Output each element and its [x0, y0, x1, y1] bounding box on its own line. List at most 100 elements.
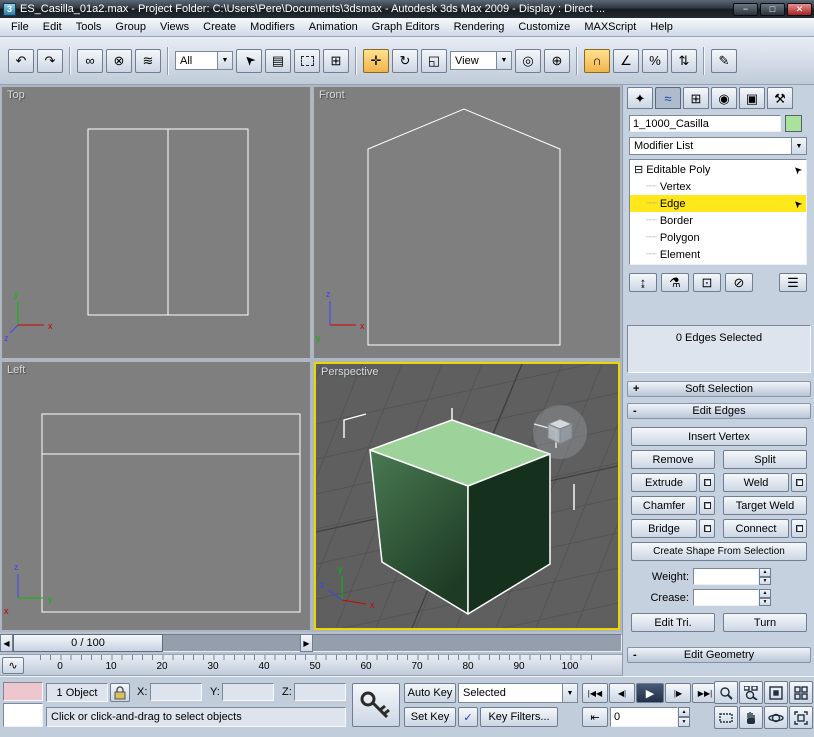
- spinner-down-icon[interactable]: ▼: [759, 598, 771, 607]
- y-coordinate-field[interactable]: [222, 683, 274, 701]
- maximize-button[interactable]: □: [760, 3, 785, 16]
- viewport-front-label[interactable]: Front: [319, 89, 345, 101]
- menu-maxscript[interactable]: MAXScript: [577, 18, 643, 37]
- split-button[interactable]: Split: [723, 450, 807, 469]
- redo-button[interactable]: ↷: [37, 49, 63, 73]
- bind-to-spacewarp-button[interactable]: ≋: [135, 49, 161, 73]
- bridge-settings-button[interactable]: [699, 519, 715, 538]
- dropdown-arrow-icon[interactable]: ▼: [562, 684, 577, 702]
- select-and-link-button[interactable]: ∞: [77, 49, 103, 73]
- key-filters-button[interactable]: Key Filters...: [480, 707, 558, 727]
- zoom-button[interactable]: [714, 681, 738, 704]
- object-color-swatch[interactable]: [785, 115, 802, 132]
- stack-row-edge[interactable]: ┈┈ Edge ➤: [630, 195, 806, 212]
- angle-snap-toggle-button[interactable]: ∠: [613, 49, 639, 73]
- menu-file[interactable]: File: [4, 18, 36, 37]
- chamfer-button[interactable]: Chamfer: [631, 496, 697, 515]
- rollout-edit-edges[interactable]: - Edit Edges: [627, 403, 811, 419]
- create-shape-from-selection-button[interactable]: Create Shape From Selection: [631, 542, 807, 561]
- edit-named-selection-sets-button[interactable]: ✎: [711, 49, 737, 73]
- auto-key-button[interactable]: Auto Key: [404, 683, 456, 703]
- arc-rotate-button[interactable]: [764, 706, 788, 729]
- bridge-button[interactable]: Bridge: [631, 519, 697, 538]
- zoom-region-button[interactable]: [714, 706, 738, 729]
- menu-graph-editors[interactable]: Graph Editors: [365, 18, 447, 37]
- viewport-perspective[interactable]: y x z Perspective: [314, 362, 620, 630]
- menu-create[interactable]: Create: [196, 18, 243, 37]
- current-frame-field[interactable]: 0: [610, 707, 678, 727]
- selection-filter-dropdown[interactable]: All ▼: [175, 51, 233, 70]
- weight-field[interactable]: [693, 568, 759, 585]
- make-unique-button[interactable]: ⊡: [693, 273, 721, 292]
- zoom-all-button[interactable]: [739, 681, 763, 704]
- collapse-icon[interactable]: ⊟: [634, 163, 643, 176]
- tab-create[interactable]: ✦: [627, 87, 653, 109]
- weight-spinner[interactable]: ▲ ▼: [759, 568, 771, 585]
- tab-motion[interactable]: ◉: [711, 87, 737, 109]
- zoom-extents-all-button[interactable]: [789, 681, 813, 704]
- remove-modifier-button[interactable]: ⊘: [725, 273, 753, 292]
- reference-coordinate-system-dropdown[interactable]: View ▼: [450, 51, 512, 70]
- menu-modifiers[interactable]: Modifiers: [243, 18, 302, 37]
- menu-customize[interactable]: Customize: [511, 18, 577, 37]
- modifier-stack-list[interactable]: ⊟ Editable Poly ➤ ┈┈ Vertex ┈┈ Edge ➤ ┈┈…: [629, 159, 807, 265]
- selection-lock-toggle[interactable]: [110, 683, 130, 702]
- go-to-start-button[interactable]: |◀◀: [582, 683, 608, 703]
- chamfer-settings-button[interactable]: [699, 496, 715, 515]
- set-key-button[interactable]: Set Key: [404, 707, 456, 727]
- spinner-down-icon[interactable]: ▼: [678, 717, 690, 727]
- crease-spinner[interactable]: ▲ ▼: [759, 589, 771, 606]
- set-key-filters-check-button[interactable]: ✓: [458, 707, 478, 727]
- stack-row-editable-poly[interactable]: ⊟ Editable Poly ➤: [630, 161, 806, 178]
- dropdown-arrow-icon[interactable]: ▼: [496, 52, 511, 69]
- extrude-settings-button[interactable]: [699, 473, 715, 492]
- edit-tri-button[interactable]: Edit Tri.: [631, 613, 715, 632]
- snaps-toggle-button[interactable]: ∩: [584, 49, 610, 73]
- spinner-up-icon[interactable]: ▲: [759, 568, 771, 577]
- rollout-edit-geometry[interactable]: - Edit Geometry: [627, 647, 811, 663]
- stack-row-polygon[interactable]: ┈┈ Polygon: [630, 229, 806, 246]
- time-slider-right-button[interactable]: ▶: [300, 634, 313, 652]
- viewport-top[interactable]: y x z Top: [2, 87, 310, 358]
- crease-field[interactable]: [693, 589, 759, 606]
- remove-button[interactable]: Remove: [631, 450, 715, 469]
- x-coordinate-field[interactable]: [150, 683, 202, 701]
- minimize-button[interactable]: −: [733, 3, 758, 16]
- menu-rendering[interactable]: Rendering: [447, 18, 512, 37]
- show-end-result-button[interactable]: ⚗: [661, 273, 689, 292]
- connect-button[interactable]: Connect: [723, 519, 789, 538]
- set-key-big-key-button[interactable]: [352, 683, 400, 727]
- viewport-top-label[interactable]: Top: [7, 89, 25, 101]
- track-bar[interactable]: ∿ 0 10 20 30 40 50 60 70 80 90 100: [0, 654, 622, 676]
- weld-button[interactable]: Weld: [723, 473, 789, 492]
- menu-help[interactable]: Help: [643, 18, 680, 37]
- close-button[interactable]: ✕: [787, 3, 812, 16]
- select-object-button[interactable]: ➤: [236, 49, 262, 73]
- pan-view-button[interactable]: [739, 706, 763, 729]
- tab-modify[interactable]: ≈: [655, 87, 681, 109]
- menu-group[interactable]: Group: [108, 18, 153, 37]
- spinner-down-icon[interactable]: ▼: [759, 577, 771, 586]
- stack-row-border[interactable]: ┈┈ Border: [630, 212, 806, 229]
- zoom-extents-button[interactable]: [764, 681, 788, 704]
- percent-snap-toggle-button[interactable]: %: [642, 49, 668, 73]
- spinner-up-icon[interactable]: ▲: [678, 707, 690, 717]
- menu-animation[interactable]: Animation: [302, 18, 365, 37]
- tab-hierarchy[interactable]: ⊞: [683, 87, 709, 109]
- viewport-left-label[interactable]: Left: [7, 364, 25, 376]
- previous-frame-button[interactable]: ◀|: [609, 683, 635, 703]
- select-and-rotate-button[interactable]: ↻: [392, 49, 418, 73]
- menu-edit[interactable]: Edit: [36, 18, 69, 37]
- selection-set-dropdown[interactable]: Selected ▼: [458, 683, 578, 703]
- dropdown-arrow-icon[interactable]: ▼: [791, 138, 806, 154]
- title-bar[interactable]: 3 ES_Casilla_01a2.max - Project Folder: …: [0, 0, 814, 18]
- target-weld-button[interactable]: Target Weld: [723, 496, 807, 515]
- pin-stack-button[interactable]: ↨: [629, 273, 657, 292]
- select-and-scale-button[interactable]: ◱: [421, 49, 447, 73]
- dropdown-arrow-icon[interactable]: ▼: [217, 52, 232, 69]
- undo-button[interactable]: ↶: [8, 49, 34, 73]
- current-frame-spinner[interactable]: ▲ ▼: [678, 707, 690, 727]
- tab-display[interactable]: ▣: [739, 87, 765, 109]
- maximize-viewport-toggle-button[interactable]: [789, 706, 813, 729]
- rectangular-selection-region-button[interactable]: [294, 49, 320, 73]
